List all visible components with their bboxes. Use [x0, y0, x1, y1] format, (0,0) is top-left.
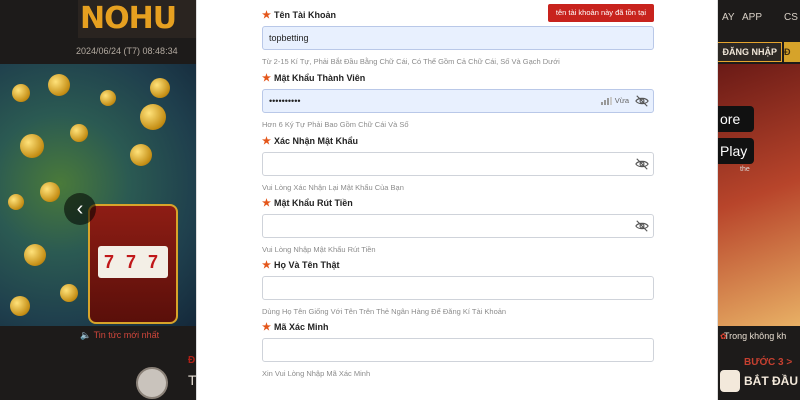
latest-news-link[interactable]: 🔈 Tin tức mới nhất: [80, 330, 159, 341]
background-right: AY APP CS ĐĂNG NHẬP Đ the ore Play ✿ Tro…: [718, 0, 800, 400]
carousel-prev-button[interactable]: ‹: [64, 193, 96, 225]
required-star-icon: ★: [262, 135, 271, 147]
signal-bars-icon: [600, 97, 612, 105]
confirm-password-label-text: Xác Nhận Mật Khẩu: [273, 136, 358, 146]
promo-banner-right: the ore Play: [718, 64, 800, 326]
full-name-field-group: ★ Họ Và Tên Thật Dùng Họ Tên Giống Với T…: [262, 258, 654, 316]
withdraw-password-field-group: ★ Mật Khẩu Rút Tiền Vui Lòng Nhập Mật Kh…: [262, 196, 654, 254]
store-label: the: [740, 166, 750, 173]
username-error-tooltip: tên tài khoản này đã tồn tại: [547, 4, 654, 22]
password-label-text: Mật Khẩu Thành Viên: [273, 73, 366, 83]
coin-decoration: [130, 144, 152, 166]
ticker-text: Trong không kh: [724, 331, 787, 341]
google-play-button[interactable]: Play: [718, 138, 754, 164]
captcha-label-text: Mã Xác Minh: [273, 322, 329, 332]
coin-decoration: [60, 284, 78, 302]
coin-decoration: [8, 194, 24, 210]
avatar: [136, 367, 168, 399]
password-value: ••••••••••: [269, 96, 301, 106]
coin-decoration: [100, 90, 116, 106]
captcha-input[interactable]: [262, 338, 654, 362]
password-input[interactable]: •••••••••• Vừa: [262, 89, 654, 113]
coin-decoration: [20, 134, 44, 158]
confirm-password-hint: Vui Lòng Xác Nhận Lại Mật Khẩu Của Bạn: [262, 183, 404, 192]
start-icon: [720, 370, 740, 392]
coin-decoration: [70, 124, 88, 142]
nav-item-app[interactable]: APP: [742, 12, 762, 23]
password-field-group: ★ Mật Khẩu Thành Viên •••••••••• Vừa Hơn…: [262, 71, 654, 129]
withdraw-password-input[interactable]: [262, 214, 654, 238]
confirm-password-field-group: ★ Xác Nhận Mật Khẩu Vui Lòng Xác Nhận Lạ…: [262, 134, 654, 192]
required-star-icon: ★: [262, 321, 271, 333]
coin-decoration: [10, 296, 30, 316]
coin-decoration: [24, 244, 46, 266]
start-button[interactable]: BẮT ĐẦU: [744, 374, 798, 388]
coin-decoration: [48, 74, 70, 96]
confirm-password-input[interactable]: [262, 152, 654, 176]
background-text-fragment: Đ: [188, 355, 196, 366]
confirm-password-label: ★ Xác Nhận Mật Khẩu: [262, 134, 654, 148]
login-button[interactable]: ĐĂNG NHẬP: [718, 42, 782, 62]
withdraw-password-label-text: Mật Khẩu Rút Tiền: [273, 198, 353, 208]
promo-banner[interactable]: 777: [0, 64, 196, 326]
captcha-label: ★ Mã Xác Minh: [262, 320, 654, 334]
background-left: NOHU 2024/06/24 (T7) 08:48:34 777 ‹ 🔈 Ti…: [0, 0, 197, 400]
coin-decoration: [140, 104, 166, 130]
username-label-text: Tên Tài Khoản: [273, 10, 336, 20]
username-value: topbetting: [269, 33, 309, 43]
latest-news-label: Tin tức mới nhất: [93, 330, 160, 340]
required-star-icon: ★: [262, 259, 271, 271]
full-name-label-text: Họ Và Tên Thật: [273, 260, 340, 270]
nav-item[interactable]: AY: [722, 12, 735, 23]
site-logo[interactable]: NOHU: [78, 0, 196, 38]
coin-decoration: [40, 182, 60, 202]
withdraw-password-label: ★ Mật Khẩu Rút Tiền: [262, 196, 654, 210]
slot-machine-image: 777: [88, 204, 178, 324]
password-strength-label: Vừa: [614, 96, 629, 105]
app-store-button[interactable]: ore: [718, 106, 754, 132]
withdraw-password-hint: Vui Lòng Nhập Mật Khẩu Rút Tiền: [262, 245, 376, 254]
captcha-field-group: ★ Mã Xác Minh Xin Vui Lòng Nhập Mã Xác M…: [262, 320, 654, 378]
datetime-display: 2024/06/24 (T7) 08:48:34: [76, 46, 178, 56]
full-name-label: ★ Họ Và Tên Thật: [262, 258, 654, 272]
step-label: BƯỚC 3 >: [744, 357, 793, 368]
registration-modal: ★ Tên Tài Khoản tên tài khoản này đã tồn…: [196, 0, 718, 400]
nav-item[interactable]: CS: [784, 12, 798, 23]
eye-hidden-icon[interactable]: [635, 219, 649, 233]
username-field-group: ★ Tên Tài Khoản tên tài khoản này đã tồn…: [262, 4, 654, 66]
password-label: ★ Mật Khẩu Thành Viên: [262, 71, 654, 85]
register-button[interactable]: Đ: [784, 42, 800, 62]
password-hint: Hơn 6 Ký Tự Phải Bao Gồm Chữ Cái Và Số: [262, 120, 409, 129]
eye-hidden-icon[interactable]: [635, 157, 649, 171]
speaker-icon: 🔈: [80, 330, 92, 340]
username-hint: Từ 2-15 Kí Tự, Phải Bắt Đầu Bằng Chữ Cái…: [262, 57, 560, 66]
required-star-icon: ★: [262, 9, 271, 21]
captcha-hint: Xin Vui Lòng Nhập Mã Xác Minh: [262, 369, 371, 378]
required-star-icon: ★: [262, 197, 271, 209]
required-star-icon: ★: [262, 72, 271, 84]
coin-decoration: [150, 78, 170, 98]
full-name-input[interactable]: [262, 276, 654, 300]
username-input[interactable]: topbetting: [262, 26, 654, 50]
coin-decoration: [12, 84, 30, 102]
full-name-hint: Dùng Họ Tên Giống Với Tên Trên Thẻ Ngân …: [262, 307, 507, 316]
password-strength-indicator: Vừa: [600, 90, 629, 112]
eye-hidden-icon[interactable]: [635, 94, 649, 108]
